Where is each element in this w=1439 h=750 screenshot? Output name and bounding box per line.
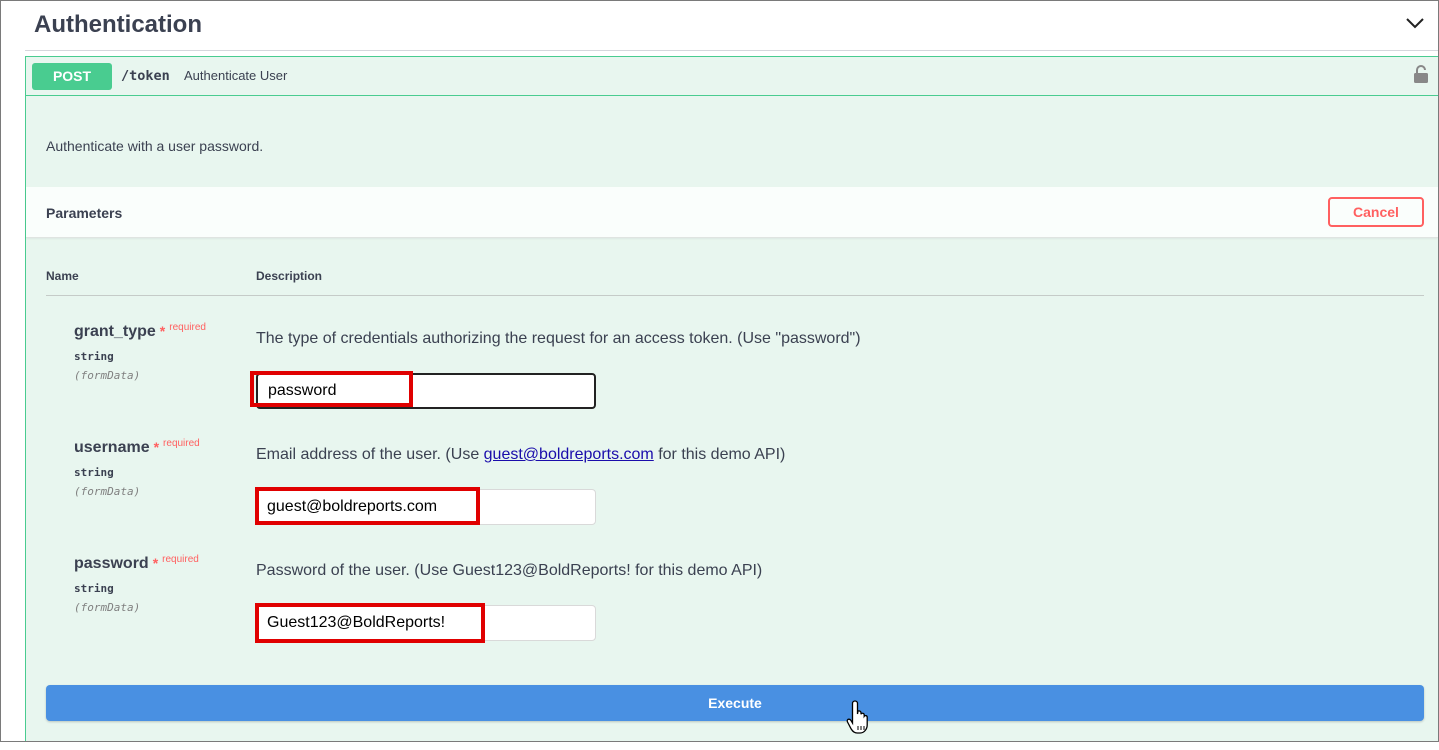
tag-header[interactable]: Authentication [25,1,1438,51]
operation-description: Authenticate with a user password. [46,138,264,154]
method-badge: POST [32,63,112,90]
chevron-down-icon[interactable] [1405,15,1425,31]
param-type: string [74,466,114,479]
param-in: (formData) [74,601,141,614]
param-type: string [74,350,114,363]
param-description: Email address of the user. (Use guest@bo… [256,446,785,464]
column-description-header: Description [256,269,323,283]
parameters-column-headers: Name Description [46,269,1424,296]
swagger-window: Authentication POST /token Authenticate … [0,0,1439,742]
required-star: * [153,439,160,455]
param-name-label: username [74,439,150,456]
param-name: grant_type * required [74,322,206,341]
param-in: (formData) [74,369,141,382]
operation-summary[interactable]: POST /token Authenticate User [26,57,1438,96]
guest-email-link[interactable]: guest@boldreports.com [484,446,654,463]
password-input[interactable] [256,605,596,641]
operation-path: /token [121,68,170,84]
hand-pointer-icon [846,700,868,734]
param-row-username: username * required string (formData) Emai… [26,438,1438,549]
operation-block: POST /token Authenticate User Authentica… [25,56,1438,741]
execute-button[interactable]: Execute [46,685,1424,721]
param-name: username * required [74,438,200,457]
required-label: required [169,322,206,333]
required-star: * [159,323,166,339]
grant-type-input[interactable] [256,373,596,409]
param-description-prefix: Email address of the user. (Use [256,446,484,463]
username-input[interactable] [256,489,596,525]
tag-title: Authentication [34,11,202,38]
required-star: * [152,555,159,571]
param-name-label: password [74,555,149,572]
param-row-password: password * required string (formData) Pass… [26,554,1438,665]
param-description: Password of the user. (Use Guest123@Bold… [256,562,763,579]
cancel-button[interactable]: Cancel [1328,197,1424,227]
parameters-header: Parameters Cancel [26,187,1438,238]
required-label: required [162,554,199,565]
operation-summary-text: Authenticate User [184,68,288,83]
param-name: password * required [74,554,199,573]
param-row-grant-type: grant_type * required string (formData) Th… [26,322,1438,433]
param-type: string [74,582,114,595]
required-label: required [163,438,200,449]
param-in: (formData) [74,485,141,498]
column-name-header: Name [46,269,79,283]
param-name-label: grant_type [74,323,156,340]
parameters-title: Parameters [46,205,123,221]
lock-open-icon[interactable] [1413,65,1429,83]
param-description-suffix: for this demo API) [653,446,786,463]
param-description: The type of credentials authorizing the … [256,330,861,347]
